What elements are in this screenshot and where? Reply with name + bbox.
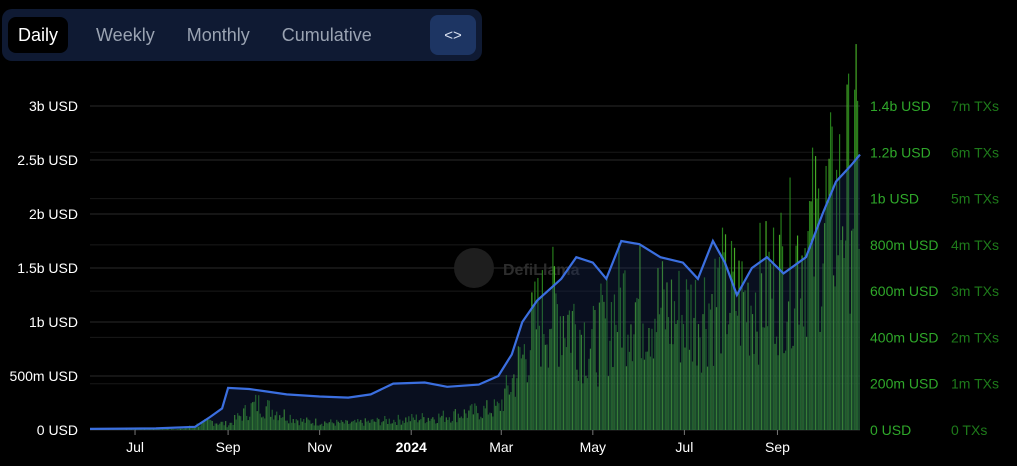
left-axis-tick: 1.5b USD [17, 260, 78, 276]
tx-axis-tick: 2m TXs [951, 329, 999, 345]
right-axis-tick: 600m USD [870, 283, 938, 299]
right-axis-tick: 0 USD [870, 422, 911, 438]
right-axis-tick: 200m USD [870, 376, 938, 392]
right-axis-tick: 800m USD [870, 237, 938, 253]
x-axis-tick-label: May [580, 439, 606, 455]
right-axis-tick: 1b USD [870, 191, 919, 207]
chart-area: DefiLlama 0 USD500m USD1b USD1.5b USD2b … [10, 44, 999, 455]
x-axis-tick-label: Sep [765, 439, 790, 455]
left-axis-tick: 1b USD [29, 314, 78, 330]
x-axis-tick-label: Jul [675, 439, 693, 455]
left-axis-tick: 3b USD [29, 98, 78, 114]
left-axis-tick: 2b USD [29, 206, 78, 222]
x-axis-tick-label: Nov [307, 439, 332, 455]
right-axis-tick: 1.4b USD [870, 98, 931, 114]
right-axis-tick: 400m USD [870, 329, 938, 345]
tx-axis-tick: 1m TXs [951, 376, 999, 392]
tx-axis-tick: 4m TXs [951, 237, 999, 253]
x-axis-tick-label: Sep [216, 439, 241, 455]
left-axis-tick: 500m USD [10, 368, 78, 384]
x-axis-tick-label: Mar [489, 439, 513, 455]
watermark-logo [454, 248, 494, 288]
tvl-area [90, 154, 860, 430]
tx-axis-tick: 7m TXs [951, 98, 999, 114]
tx-axis-tick: 0 TXs [951, 422, 987, 438]
right-axis-tick: 1.2b USD [870, 144, 931, 160]
x-axis-tick-label: Jul [126, 439, 144, 455]
tx-axis-tick: 5m TXs [951, 191, 999, 207]
tx-axis-tick: 6m TXs [951, 144, 999, 160]
tvl-line [89, 153, 861, 430]
left-axis-tick: 2.5b USD [17, 152, 78, 168]
left-axis-tick: 0 USD [37, 422, 78, 438]
tx-axis-tick: 3m TXs [951, 283, 999, 299]
x-axis-tick-label: 2024 [396, 439, 427, 455]
